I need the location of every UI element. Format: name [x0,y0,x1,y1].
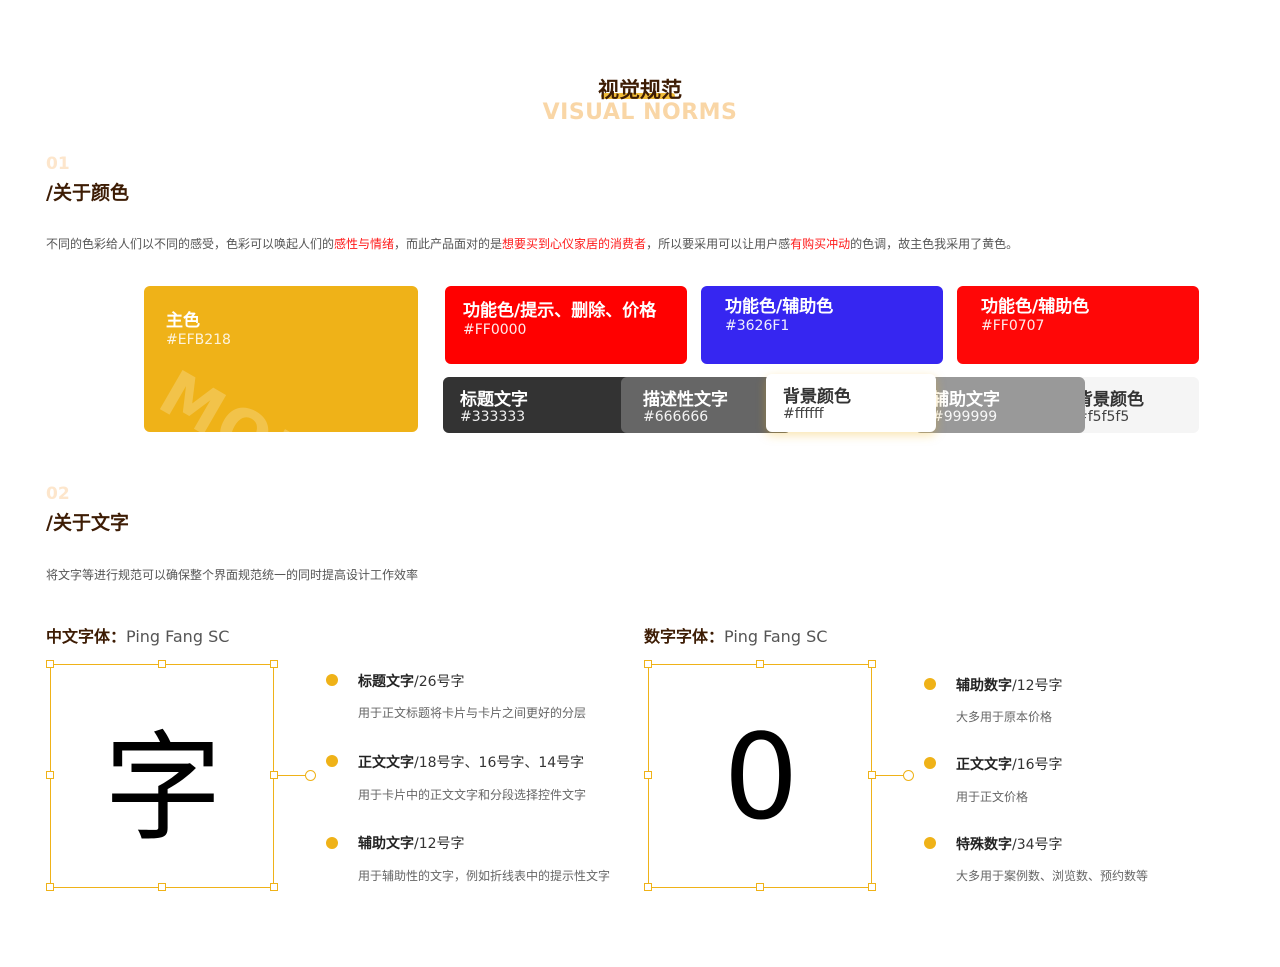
text-description: 将文字等进行规范可以确保整个界面规范统一的同时提高设计工作效率 [46,568,419,582]
frame-handle [644,883,652,891]
main-color-card: MOMO 主色 #EFB218 [144,286,418,432]
neutral-color-card-999999: 辅助文字 #999999 [915,377,1085,433]
number-font-item-title: 辅助数字/12号字 [956,678,1063,694]
neutral-color-hex: #999999 [932,409,998,425]
neutral-color-hex: #333333 [460,409,526,425]
number-font-item-title: 正文文字/16号字 [956,757,1063,773]
frame-handle [270,771,278,779]
number-font-item-desc: 用于正文价格 [956,790,1029,804]
number-font-item-title: 特殊数字/34号字 [956,837,1063,853]
connector-line [278,775,306,776]
chinese-font-item-desc: 用于正文标题将卡片与卡片之间更好的分层 [358,706,587,720]
chinese-font-sample: 字 [103,718,222,857]
function-color-card-red: 功能色/提示、删除、价格 #FF0000 [445,286,687,364]
function-color-card-red-2: 功能色/辅助色 #FF0707 [957,286,1199,364]
number-font-sample-frame: 0 [648,664,872,888]
frame-handle [644,660,652,668]
connector-node [903,770,914,781]
chinese-font-sample-frame: 字 [50,664,274,888]
frame-handle [868,883,876,891]
frame-handle [46,660,54,668]
neutral-color-hex: #666666 [643,409,709,425]
section-title-colors: /关于颜色 [46,182,129,204]
function-color-hex: #FF0707 [981,318,1045,334]
bullet-dot [326,837,338,849]
frame-handle [756,883,764,891]
neutral-color-card-ffffff: 背景颜色 #ffffff [766,374,936,432]
frame-handle [868,771,876,779]
chinese-font-item-title: 正文文字/18号字、16号字、14号字 [358,755,585,771]
neutral-color-title: 背景颜色 [783,387,851,407]
main-color-title: 主色 [166,311,200,331]
number-font-sample: 0 [723,708,799,846]
frame-handle [868,660,876,668]
frame-handle [644,771,652,779]
function-color-title: 功能色/辅助色 [981,297,1090,317]
chinese-font-item-desc: 用于辅助性的文字，例如折线表中的提示性文字 [358,869,611,883]
function-color-title: 功能色/提示、删除、价格 [463,301,657,321]
function-color-card-blue: 功能色/辅助色 #3626F1 [701,286,943,364]
frame-handle [270,883,278,891]
connector-node [305,770,316,781]
bullet-dot [924,837,936,849]
neutral-color-title: 标题文字 [460,390,528,410]
chinese-font-item-title: 标题文字/26号字 [358,674,465,690]
main-color-hex: #EFB218 [166,332,231,348]
section-title-text: /关于文字 [46,512,129,534]
chinese-font-item-title: 辅助文字/12号字 [358,836,465,852]
neutral-color-card-333333: 标题文字 #333333 [443,377,643,433]
number-font-label: 数字字体：Ping Fang SC [644,627,828,646]
number-font-item-desc: 大多用于案例数、浏览数、预约数等 [956,869,1149,883]
bullet-dot [326,755,338,767]
frame-handle [158,660,166,668]
function-color-title: 功能色/辅助色 [725,297,834,317]
bullet-dot [924,678,936,690]
page-subtitle: VISUAL NORMS [542,100,738,125]
colors-description: 不同的色彩给人们以不同的感受，色彩可以唤起人们的感性与情绪，而此产品面对的是想要… [46,237,1019,251]
function-color-hex: #FF0000 [463,322,527,338]
section-number-text: 02 [46,484,70,504]
brand-watermark: MOMO [148,356,390,432]
neutral-color-title: 描述性文字 [643,390,728,410]
frame-handle [756,660,764,668]
connector-line [876,775,904,776]
neutral-color-title: 辅助文字 [932,390,1000,410]
bullet-dot [924,757,936,769]
function-color-hex: #3626F1 [725,318,790,334]
chinese-font-item-desc: 用于卡片中的正文文字和分段选择控件文字 [358,788,587,802]
frame-handle [270,660,278,668]
frame-handle [158,883,166,891]
neutral-color-hex: #ffffff [783,406,824,422]
frame-handle [46,771,54,779]
bullet-dot [326,674,338,686]
section-number-colors: 01 [46,154,70,174]
frame-handle [46,883,54,891]
number-font-item-desc: 大多用于原本价格 [956,710,1053,724]
chinese-font-label: 中文字体：Ping Fang SC [46,627,230,646]
neutral-color-title: 背景颜色 [1076,390,1144,410]
